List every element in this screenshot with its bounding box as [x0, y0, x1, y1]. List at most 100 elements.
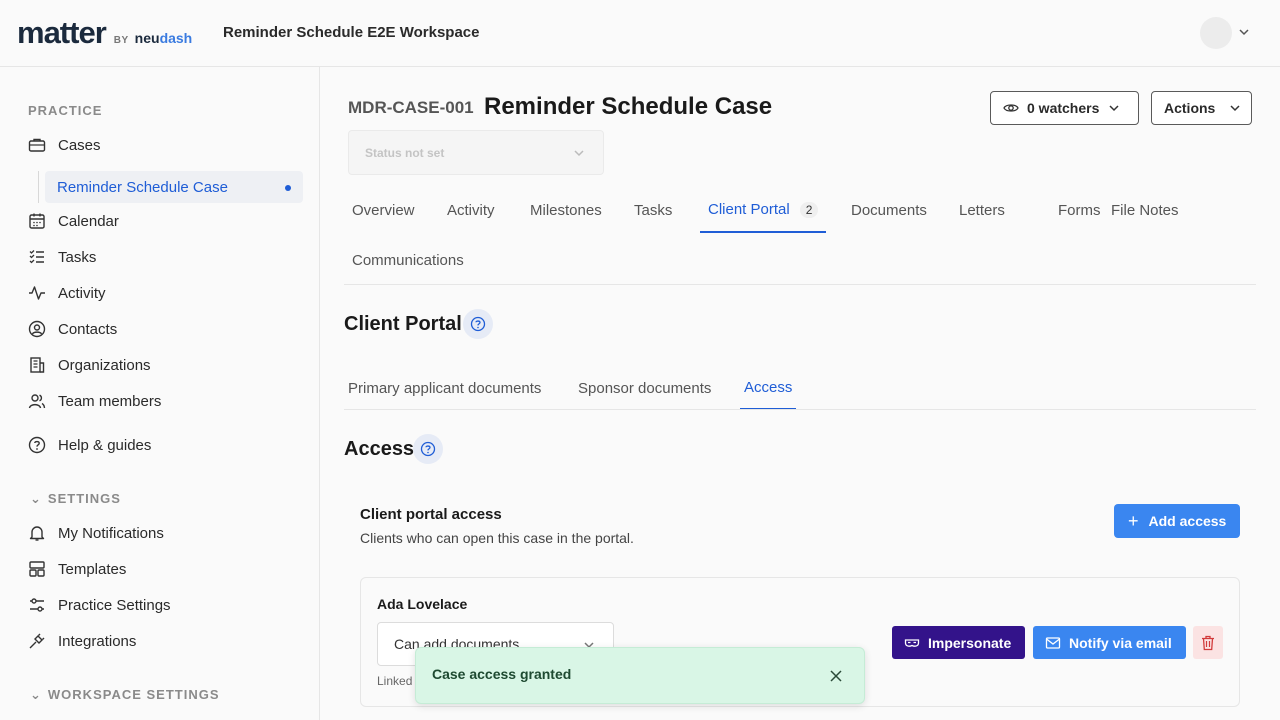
card-description: Clients who can open this case in the po…: [360, 530, 634, 546]
sidebar-item-practice-settings[interactable]: Practice Settings: [28, 593, 171, 617]
help-icon: [28, 436, 46, 454]
avatar[interactable]: [1200, 17, 1232, 49]
sidebar-item-activity[interactable]: Activity: [28, 281, 106, 305]
tab-label: Tasks: [634, 202, 673, 219]
briefcase-icon: [28, 138, 46, 152]
tab-file-notes[interactable]: File Notes: [1103, 188, 1187, 233]
sidebar-item-help[interactable]: Help & guides: [28, 433, 151, 457]
chevron-down-icon: [574, 150, 584, 157]
toast-notification: Case access granted: [415, 647, 865, 704]
tab-label: Client Portal: [708, 201, 790, 218]
tab-overview[interactable]: Overview: [344, 188, 423, 233]
subtabs-divider: [344, 409, 1256, 410]
sidebar-subitem-label: Reminder Schedule Case: [57, 178, 228, 196]
section-label-settings[interactable]: ⌄ SETTINGS: [30, 491, 121, 507]
sidebar-item-integrations[interactable]: Integrations: [28, 629, 136, 653]
chevron-down-icon[interactable]: [1238, 24, 1250, 40]
sidebar-item-calendar[interactable]: Calendar: [28, 209, 119, 233]
tab-label: Forms: [1058, 202, 1101, 219]
templates-icon: [29, 561, 45, 577]
subtab-access[interactable]: Access: [740, 367, 797, 410]
tab-milestones[interactable]: Milestones: [522, 188, 610, 233]
sidebar-item-organizations[interactable]: Organizations: [28, 353, 151, 377]
chevron-down-icon: ⌄: [30, 491, 42, 506]
tab-letters[interactable]: Letters: [951, 188, 1013, 233]
calendar-icon: [29, 213, 45, 229]
plus-icon: +: [1128, 510, 1139, 531]
sidebar-item-team-members[interactable]: Team members: [28, 389, 161, 413]
sidebar-item-label: Templates: [58, 560, 127, 578]
building-icon: [30, 357, 45, 373]
help-icon: [420, 441, 436, 457]
tabs-divider: [344, 284, 1256, 285]
help-icon: [470, 316, 486, 332]
section-heading-access: Access: [344, 438, 415, 460]
notify-via-email-button[interactable]: Notify via email: [1033, 626, 1186, 659]
tab-label: Documents: [851, 202, 927, 219]
status-select[interactable]: Status not set: [348, 130, 604, 175]
status-placeholder: Status not set: [365, 145, 445, 160]
sidebar-item-label: My Notifications: [58, 524, 164, 542]
help-button[interactable]: [413, 434, 443, 464]
sidebar-item-label: Practice Settings: [58, 596, 171, 614]
team-icon: [28, 394, 46, 409]
sidebar-item-label: Contacts: [58, 320, 118, 338]
sidebar-item-label: Calendar: [58, 212, 119, 230]
tab-communications[interactable]: Communications: [344, 238, 472, 283]
sidebar-item-label: Help & guides: [58, 436, 152, 454]
sidebar-item-label: Organizations: [58, 356, 151, 374]
page-title: Reminder Schedule Case: [484, 93, 773, 120]
sidebar: PRACTICE Cases Reminder Schedule Case Ca…: [0, 67, 320, 720]
section-heading-client-portal: Client Portal: [344, 313, 462, 335]
watchers-label: 0 watchers: [1027, 100, 1100, 116]
section-label-workspace-settings[interactable]: ⌄ WORKSPACE SETTINGS: [30, 687, 220, 703]
actions-button[interactable]: Actions: [1151, 91, 1252, 125]
contacts-icon: [28, 320, 46, 338]
person-name: Ada Lovelace: [377, 596, 468, 612]
sidebar-item-templates[interactable]: Templates: [28, 557, 126, 581]
toast-message: Case access granted: [432, 666, 572, 682]
subtab-sponsor[interactable]: Sponsor documents: [574, 367, 715, 410]
tab-forms[interactable]: Forms: [1050, 188, 1109, 233]
add-access-label: Add access: [1148, 513, 1227, 529]
sidebar-item-label: Integrations: [58, 632, 137, 650]
eye-icon: [1003, 104, 1019, 112]
actions-label: Actions: [1164, 100, 1216, 116]
sidebar-item-contacts[interactable]: Contacts: [28, 317, 117, 341]
subtab-label: Access: [744, 379, 793, 396]
watchers-button[interactable]: 0 watchers: [990, 91, 1139, 125]
app-logo[interactable]: matter BY neu dash: [17, 17, 192, 48]
logo-neu: neu: [134, 30, 160, 46]
logo-dash: dash: [159, 30, 193, 46]
section-label-text: WORKSPACE SETTINGS: [47, 687, 220, 702]
subtab-label: Sponsor documents: [578, 380, 712, 397]
active-dot: [285, 185, 291, 191]
tab-tasks[interactable]: Tasks: [626, 188, 680, 233]
sidebar-item-cases[interactable]: Cases: [28, 133, 101, 157]
impersonate-button[interactable]: Impersonate: [892, 626, 1025, 659]
sidebar-item-tasks[interactable]: Tasks: [28, 245, 96, 269]
tab-documents[interactable]: Documents: [843, 188, 935, 233]
sidebar-item-label: Cases: [58, 136, 101, 154]
help-button[interactable]: [463, 309, 493, 339]
impersonate-label: Impersonate: [928, 634, 1012, 651]
sidebar-item-label: Team members: [58, 392, 162, 410]
add-access-button[interactable]: + Add access: [1114, 504, 1240, 538]
bell-icon: [29, 526, 45, 541]
card-title: Client portal access: [360, 506, 502, 523]
linked-text: Linked: [377, 674, 413, 688]
sidebar-subitem-active-case[interactable]: Reminder Schedule Case: [45, 171, 303, 203]
subtab-primary-applicant[interactable]: Primary applicant documents: [344, 367, 545, 410]
section-label-text: SETTINGS: [47, 491, 121, 506]
delete-access-button[interactable]: [1193, 626, 1223, 659]
tab-activity[interactable]: Activity: [439, 188, 503, 233]
section-label-practice: PRACTICE: [28, 103, 103, 118]
logo-by: BY: [113, 35, 129, 46]
chevron-down-icon: ⌄: [30, 687, 42, 702]
tab-client-portal[interactable]: Client Portal 2: [700, 188, 827, 233]
close-icon[interactable]: [828, 668, 844, 684]
sidebar-item-notifications[interactable]: My Notifications: [28, 521, 164, 545]
tab-label: Overview: [352, 202, 415, 219]
sidebar-item-label: Activity: [58, 284, 106, 302]
chevron-down-icon: [1230, 105, 1240, 112]
